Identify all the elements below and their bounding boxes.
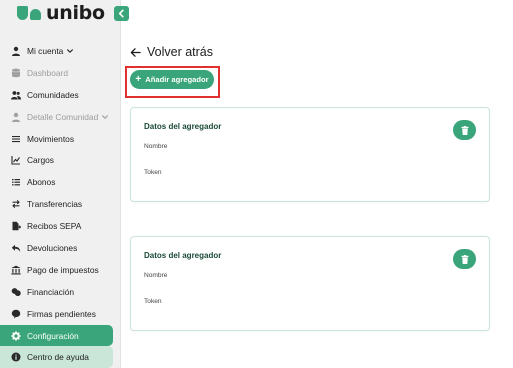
database-icon [11, 68, 21, 78]
chart-icon [11, 156, 20, 165]
delete-aggregator-button[interactable] [453, 120, 476, 140]
sidebar-item-label: Pago de impuestos [27, 264, 99, 275]
sidebar-item-label: Centro de ayuda [27, 352, 89, 363]
sidebar-item-movimientos[interactable]: Movimientos [0, 128, 121, 150]
sidebar-item-detalle-comunidad: Detalle Comunidad [0, 106, 121, 128]
back-label: Volver atrás [147, 45, 214, 59]
reply-icon [11, 244, 21, 252]
coins-icon [11, 287, 21, 297]
name-field-label: Nombre [144, 272, 168, 279]
user-icon [12, 112, 20, 122]
list-icon [12, 135, 20, 142]
token-field-label: Token [144, 298, 162, 305]
list-icon [11, 134, 21, 144]
card-title: Datos del agregador [144, 251, 222, 260]
chevron-down-icon [101, 113, 109, 121]
database-icon [12, 68, 20, 78]
sidebar-nav: Mi cuenta Dashboard Comunidades Detalle Com… [0, 40, 121, 368]
sidebar-item-label: Detalle Comunidad [27, 111, 99, 122]
sidebar-item-label: Recibos SEPA [27, 221, 82, 232]
sidebar-item-mi-cuenta[interactable]: Mi cuenta [0, 40, 121, 62]
aggregator-card: Datos del agregador Nombre Token [130, 107, 490, 202]
users-icon [11, 90, 21, 100]
sidebar-item-label: Cargos [27, 155, 54, 166]
sidebar-item-label: Devoluciones [27, 242, 78, 253]
sidebar-item-financiacion[interactable]: Financiación [0, 281, 121, 303]
sidebar-item-label: Mi cuenta [27, 45, 64, 56]
aggregator-card: Datos del agregador Nombre Token [130, 236, 490, 331]
sidebar-item-centro-de-ayuda[interactable]: Centro de ayuda [0, 346, 113, 368]
sidebar-item-pago-de-impuestos[interactable]: Pago de impuestos [0, 259, 121, 281]
sidebar-item-label: Movimientos [27, 133, 75, 144]
users-icon [11, 90, 21, 100]
sidebar-item-configuracion[interactable]: Configuración [0, 324, 113, 347]
list-check-icon [12, 179, 20, 186]
user-icon [12, 46, 20, 56]
sidebar-item-devoluciones[interactable]: Devoluciones [0, 237, 121, 259]
sidebar: unibo Mi cuenta Dashboard Comunidades Detal… [0, 0, 121, 368]
add-aggregator-label: Añadir agregador [145, 75, 209, 84]
delete-aggregator-button[interactable] [453, 249, 476, 269]
gear-icon [11, 330, 21, 341]
bank-icon [11, 265, 21, 275]
brand-logo[interactable]: unibo [17, 2, 105, 24]
sidebar-item-cargos[interactable]: Cargos [0, 149, 121, 171]
trash-icon [461, 125, 468, 135]
sidebar-item-abonos[interactable]: Abonos [0, 171, 121, 193]
sidebar-item-label: Configuración [27, 330, 79, 341]
signature-icon [11, 309, 21, 319]
reply-icon [11, 243, 21, 253]
chart-icon [11, 155, 21, 165]
sidebar-item-label: Comunidades [27, 89, 79, 100]
gear-icon [11, 330, 21, 341]
sidebar-item-label: Dashboard [27, 67, 68, 78]
signature-icon [11, 309, 21, 319]
add-aggregator-button[interactable]: + Añadir agregador [130, 70, 214, 89]
user-icon [11, 46, 21, 56]
swap-icon [12, 200, 20, 209]
user-icon [11, 112, 21, 122]
info-icon [11, 352, 21, 362]
back-link[interactable]: Volver atrás [130, 45, 213, 59]
sidebar-collapse-button[interactable] [114, 6, 129, 21]
card-title: Datos del agregador [144, 122, 222, 131]
sidebar-item-label: Transferencias [27, 199, 83, 210]
sidebar-item-firmas-pendientes[interactable]: Firmas pendientes [0, 303, 121, 325]
info-icon [11, 352, 21, 362]
document-arrow-icon [11, 221, 21, 231]
token-field-label: Token [144, 169, 162, 176]
document-arrow-icon [12, 221, 21, 231]
app: unibo Mi cuenta Dashboard Comunidades Detal… [0, 0, 513, 368]
chevron-left-icon [118, 9, 124, 18]
trash-icon [461, 254, 468, 264]
swap-icon [11, 199, 21, 209]
chevron-down-icon [66, 47, 74, 55]
sidebar-item-label: Abonos [27, 177, 56, 188]
arrow-left-icon [130, 47, 141, 57]
coins-icon [11, 287, 21, 296]
plus-icon: + [135, 73, 142, 85]
sidebar-item-transferencias[interactable]: Transferencias [0, 193, 121, 215]
unibo-logo-mark [17, 6, 42, 20]
sidebar-item-recibos-sepa[interactable]: Recibos SEPA [0, 215, 121, 237]
bank-icon [11, 265, 21, 275]
brand-name: unibo [46, 2, 105, 24]
sidebar-item-dashboard: Dashboard [0, 62, 121, 84]
sidebar-item-comunidades[interactable]: Comunidades [0, 84, 121, 106]
sidebar-item-label: Financiación [27, 286, 75, 297]
list-check-icon [11, 177, 21, 187]
sidebar-item-label: Firmas pendientes [27, 308, 96, 319]
name-field-label: Nombre [144, 143, 168, 150]
